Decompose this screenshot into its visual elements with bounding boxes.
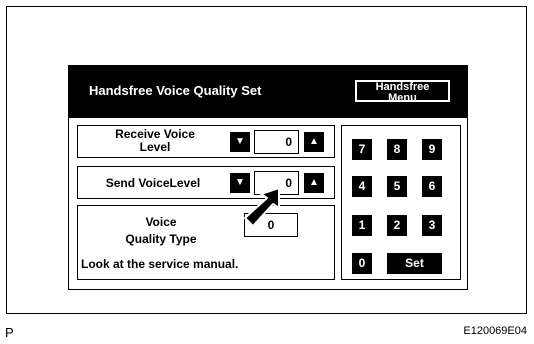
handsfree-menu-button[interactable]: Handsfree Menu (355, 80, 450, 104)
key-9[interactable]: 9 (422, 139, 442, 160)
send-up-button[interactable]: ▲ (304, 173, 324, 193)
receive-voice-label-line2: Level (139, 140, 171, 154)
send-voice-label: Send VoiceLevel (105, 176, 201, 190)
voice-quality-label: Voice Quality Type (106, 214, 216, 248)
voice-quality-label-line1: Voice (145, 215, 177, 229)
voice-quality-label-line2: Quality Type (125, 232, 197, 246)
display-screen: Handsfree Voice Quality Set Handsfree Me… (68, 65, 468, 290)
handsfree-menu-label-line2: Menu (388, 92, 417, 104)
receive-value-field: 0 (254, 130, 299, 154)
key-0[interactable]: 0 (352, 253, 372, 274)
pointer-arrow-icon (244, 187, 280, 227)
receive-voice-panel: Receive Voice Level ▼ 0 ▲ (77, 125, 335, 158)
key-3[interactable]: 3 (422, 215, 442, 236)
keypad-panel: 7 8 9 4 5 6 1 2 3 0 Set (341, 125, 461, 280)
key-1[interactable]: 1 (352, 215, 372, 236)
receive-voice-label: Receive Voice Level (86, 128, 224, 154)
key-set[interactable]: Set (387, 253, 442, 274)
receive-down-button[interactable]: ▼ (230, 132, 250, 152)
screen-title: Handsfree Voice Quality Set (89, 83, 262, 98)
figure-code: E120069E04 (463, 325, 527, 337)
key-5[interactable]: 5 (387, 176, 407, 197)
title-bar: Handsfree Voice Quality Set Handsfree Me… (69, 66, 467, 118)
key-2[interactable]: 2 (387, 215, 407, 236)
key-6[interactable]: 6 (422, 176, 442, 197)
service-manual-note: Look at the service manual. (81, 257, 239, 271)
key-4[interactable]: 4 (352, 176, 372, 197)
key-8[interactable]: 8 (387, 139, 407, 160)
footer-left-label: P (5, 325, 14, 340)
key-7[interactable]: 7 (352, 139, 372, 160)
receive-up-button[interactable]: ▲ (304, 132, 324, 152)
